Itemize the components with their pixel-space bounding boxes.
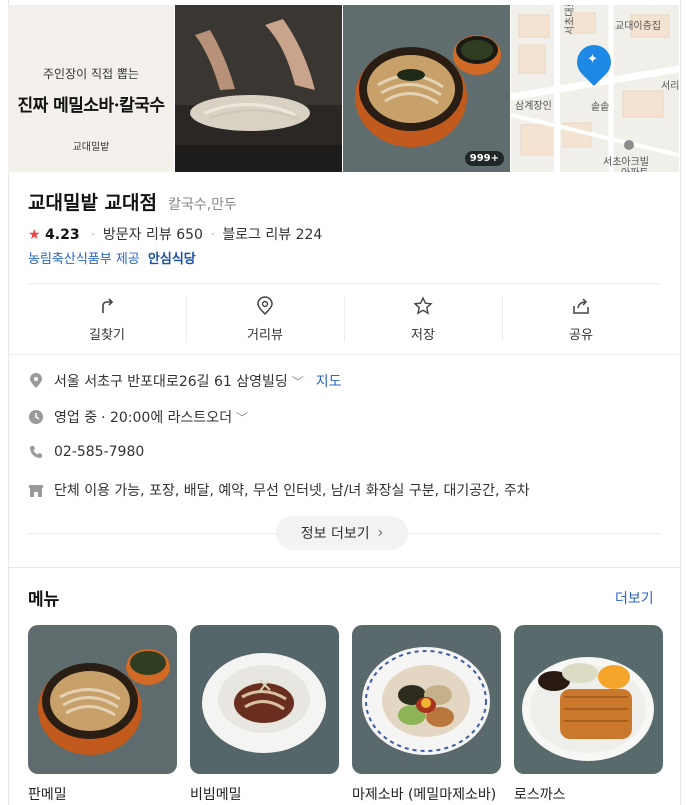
menu-item[interactable]: 판메밀 [28,625,177,804]
tonkatsu-illustration [514,625,663,774]
map-label: 서초대로28길 [565,5,576,35]
photo-strip: 주인장이 직접 뽑는 진짜 메밀소바·칼국수 교대밀밭 999+ ✦ 교대이층집… [8,5,679,172]
soba-illustration [343,5,510,172]
menu-section-title: 메뉴 [28,590,60,610]
share-button[interactable]: 공유 [502,284,660,354]
visitor-reviews-link[interactable]: 방문자 리뷰 650 [103,227,203,243]
map-label: 서리 [661,81,679,92]
place-name[interactable]: 교대밀밭 교대점 [28,192,157,214]
location-pin-icon [30,373,42,388]
phone-number[interactable]: 02-585-7980 [54,444,144,460]
soba-dish-illustration [28,625,177,774]
map-label: 솥솥 [591,102,610,113]
map-label: 삼계장인 [515,101,552,112]
restaurant-icon: ✦ [587,52,598,67]
hours-detail: · 20:00에 라스트오더 [101,410,233,426]
poster-photo[interactable]: 주인장이 직접 뽑는 진짜 메밀소바·칼국수 교대밀밭 [8,5,174,172]
separator-dot: · [210,227,215,243]
provider-row: 농림축산식품부 제공 안심식당 [28,248,196,267]
map-label: 교대이층집 [615,21,661,32]
map-label: 아파트 [621,164,649,172]
poster-subtitle: 주인장이 직접 뽑는 [43,67,139,81]
phone-icon [30,446,42,458]
bibim-soba-illustration [190,625,339,774]
poster-logo: 교대밀밭 [72,142,110,153]
street-view-button[interactable]: 거리뷰 [186,284,344,354]
share-icon [573,297,589,314]
photo-count-badge: 999+ [464,151,504,166]
menu-item[interactable]: 마제소바 (메밀마제소바) [352,625,501,804]
blog-reviews-link[interactable]: 블로그 리뷰 224 [222,227,322,243]
maze-soba-illustration [352,625,501,774]
directions-icon [102,297,114,313]
menu-item[interactable]: 로스까스 [514,625,663,804]
share-label: 공유 [569,327,593,343]
noodle-making-illustration [175,5,342,172]
address-row: 서울 서초구 반포대로26길 61 삼영빌딩 ﹀ 지도 [28,371,342,391]
amenities-text: 단체 이용 가능, 포장, 배달, 예약, 무선 인터넷, 남/녀 화장실 구분… [54,483,530,499]
chevron-right-icon: › [377,525,384,541]
save-button[interactable]: 저장 [344,284,502,354]
menu-image[interactable] [352,625,501,774]
store-icon [29,485,43,497]
menu-item[interactable]: 비빔메밀 [190,625,339,804]
section-divider [8,567,679,568]
menu-image[interactable] [514,625,663,774]
menu-item-name: 마제소바 (메밀마제소바) [352,787,497,803]
directions-button[interactable]: 길찾기 [28,284,186,354]
hours-row: 영업 중 · 20:00에 라스트오더 ﹀ [28,407,248,427]
map-thumbnail[interactable]: ✦ 교대이층집 서초대로28길 솥솥 삼계장인 서초아크빌 아파트 서리 [511,5,679,172]
review-stats: ★ 4.23 · 방문자 리뷰 650 · 블로그 리뷰 224 [28,224,322,244]
amenities-row: 단체 이용 가능, 포장, 배달, 예약, 무선 인터넷, 남/녀 화장실 구분… [28,480,530,500]
place-title-row: 교대밀밭 교대점 칼국수,만두 [28,188,237,215]
street-view-label: 거리뷰 [247,327,283,343]
safe-restaurant-badge[interactable]: 안심식당 [148,252,196,267]
poster-title: 진짜 메밀소바·칼국수 [17,96,165,116]
menu-grid: 판메밀 비빔메밀 마제소바 (메밀마제소바) 로스까스 [28,625,663,804]
more-info-button[interactable]: 정보 더보기 › [276,516,408,550]
chevron-down-icon[interactable]: ﹀ [292,373,304,390]
soba-photo[interactable]: 999+ [343,5,510,172]
save-label: 저장 [411,327,435,343]
rating-star-icon: ★ [28,227,41,243]
chevron-down-icon[interactable]: ﹀ [236,409,248,426]
action-bar: 길찾기 거리뷰 저장 공유 [28,284,660,354]
clock-icon [29,410,43,424]
phone-row: 02-585-7980 [28,444,144,460]
menu-image[interactable] [28,625,177,774]
address-text: 서울 서초구 반포대로26길 61 삼영빌딩 [54,374,288,390]
rating-value: 4.23 [45,227,80,243]
menu-item-name: 비빔메밀 [190,787,242,803]
provider-text[interactable]: 농림축산식품부 제공 [28,252,140,267]
divider [8,354,679,355]
map-link[interactable]: 지도 [316,371,342,391]
place-category: 칼국수,만두 [168,197,237,213]
hours-status: 영업 중 [54,410,98,426]
separator-dot: · [91,227,96,243]
noodle-making-photo[interactable] [175,5,342,172]
star-icon [413,295,433,315]
menu-item-name: 로스까스 [514,787,566,803]
menu-more-link[interactable]: 더보기 [615,588,654,608]
menu-item-name: 판메밀 [28,787,67,803]
directions-label: 길찾기 [89,327,125,343]
location-pin-icon [257,295,273,315]
more-info-label: 정보 더보기 [300,526,370,542]
menu-image[interactable] [190,625,339,774]
